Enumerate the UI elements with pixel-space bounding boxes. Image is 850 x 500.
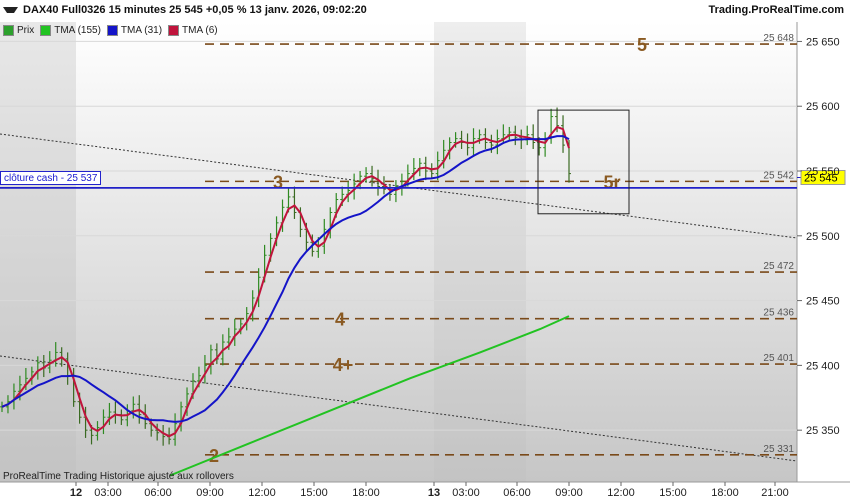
brand-label: Trading.ProRealTime.com [708,4,844,16]
legend-label: Prix [17,25,35,36]
plot-background [0,22,797,482]
indicator-legend: Prix TMA (155) TMA (31) TMA (6) [3,25,218,36]
legend-item[interactable]: Prix [3,25,34,36]
legend-swatch [40,25,52,36]
price-chart[interactable]: 25 648 5 25 542 5r 25 472 25 436 4 25 401 4+ 25 3… [0,0,850,500]
legend-label: TMA (31) [120,25,163,36]
legend-label: TMA (155) [54,25,101,36]
x-tick-label: 03:00 [94,487,122,499]
x-tick-label: 18:00 [711,487,739,499]
y-tick-label: 25 650 [806,36,840,48]
x-tick-label: 21:00 [761,487,789,499]
wave-label-3: 3 [273,172,283,192]
footer-note: ProRealTime Trading Historique ajusté au… [3,471,234,482]
y-tick-label: 25 500 [806,231,840,243]
x-tick-label: 15:00 [300,487,328,499]
level-tag: 5 [637,35,647,55]
level-label: 25 472 [763,261,794,272]
triangle-down-icon[interactable] [3,7,18,14]
x-tick-label: 12:00 [248,487,276,499]
x-tick-label: 15:00 [659,487,687,499]
x-tick-label: 18:00 [352,487,380,499]
x-tick-label: 06:00 [144,487,172,499]
x-tick-label: 09:00 [555,487,583,499]
legend-item[interactable]: TMA (155) [40,25,101,36]
legend-item[interactable]: TMA (6) [168,25,218,36]
y-tick-label: 25 350 [806,425,840,437]
level-tag: 5r [603,172,620,192]
chart-title-text: DAX40 Full0326 15 minutes 25 545 +0,05 %… [23,4,367,16]
level-label: 25 648 [763,33,794,44]
y-tick-label: 25 550 [806,166,840,178]
level-label: 25 436 [763,308,794,319]
session-band-night-2 [434,22,526,482]
session-band-night-1 [0,22,76,482]
legend-item[interactable]: TMA (31) [106,25,163,36]
x-tick-label: 09:00 [196,487,224,499]
x-tick-label: 06:00 [503,487,531,499]
legend-swatch [3,25,14,36]
y-tick-label: 25 450 [806,296,840,308]
legend-swatch [106,25,118,36]
level-tag: 4 [335,310,345,330]
level-label: 25 542 [763,170,794,181]
legend-swatch [168,25,180,36]
level-label: 25 331 [763,444,794,455]
x-tick-label: 03:00 [452,487,480,499]
x-tick-label: 12:00 [607,487,635,499]
y-tick-label: 25 400 [806,360,840,372]
chart-title: DAX40 Full0326 15 minutes 25 545 +0,05 %… [3,4,367,16]
legend-label: TMA (6) [182,25,218,36]
x-tick-label: 12 [70,487,82,499]
cash-close-label: clôture cash - 25 537 [0,171,102,185]
x-tick-label: 13 [428,487,440,499]
y-tick-label: 25 600 [806,101,840,113]
level-label: 25 401 [763,353,794,364]
level-tag: 4+ [333,355,354,375]
